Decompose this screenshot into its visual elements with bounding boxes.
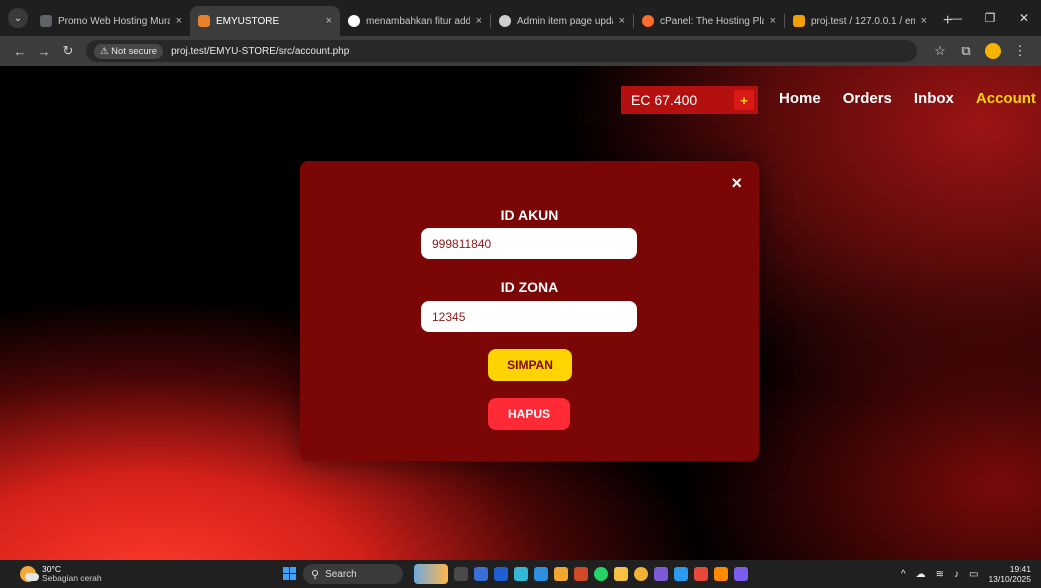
browser-tab-strip: ⌄ Promo Web Hosting Mura × EMYUSTORE × m… [0, 0, 1041, 36]
reload-icon[interactable]: ↻ [56, 43, 80, 59]
tab-title: proj.test / 127.0.0.1 / emyu [811, 15, 915, 27]
edge-icon[interactable] [494, 567, 508, 581]
toolbar-actions: ☆ ⧉ ⋮ [927, 43, 1033, 59]
volume-icon[interactable]: ♪ [954, 569, 959, 580]
xampp-icon[interactable] [694, 567, 708, 581]
chatgpt-icon [499, 15, 511, 27]
page-background: EC 67.400 + Home Orders Inbox Account × … [0, 66, 1041, 560]
app-icon[interactable] [714, 567, 728, 581]
tab-phpmyadmin[interactable]: proj.test / 127.0.0.1 / emyu × [785, 6, 935, 36]
whatsapp-icon[interactable] [594, 567, 608, 581]
windows-start-icon[interactable] [283, 567, 297, 581]
maximize-icon[interactable]: ❐ [973, 0, 1007, 36]
nav-orders[interactable]: Orders [843, 90, 892, 107]
tab-title: Admin item page update [517, 15, 613, 27]
search-label: Search [325, 568, 357, 580]
close-tab-icon[interactable]: × [176, 15, 182, 27]
wifi-icon[interactable]: ≋ [936, 569, 944, 580]
close-tab-icon[interactable]: × [921, 15, 927, 27]
id-zona-label: ID ZONA [500, 279, 559, 295]
chevron-up-icon[interactable]: ^ [901, 569, 906, 580]
close-tab-icon[interactable]: × [770, 15, 776, 27]
close-window-icon[interactable]: ✕ [1007, 0, 1041, 36]
chrome-icon[interactable] [634, 567, 648, 581]
close-tab-icon[interactable]: × [476, 15, 482, 27]
file-explorer-icon[interactable] [614, 567, 628, 581]
id-akun-label: ID AKUN [500, 207, 559, 223]
office-icon[interactable] [574, 567, 588, 581]
window-controls: — ❐ ✕ [939, 0, 1041, 36]
tab-search-icon[interactable]: ⌄ [8, 8, 28, 28]
word-icon[interactable] [474, 567, 488, 581]
system-tray: ^ ☁ ≋ ♪ ▭ 19:41 13/10/2025 [891, 560, 1031, 588]
game-id-modal: × ID AKUN ID ZONA SIMPAN HAPUS [300, 161, 759, 461]
extensions-icon[interactable]: ⧉ [953, 43, 979, 59]
cloud-icon[interactable]: ☁ [916, 569, 926, 580]
photos-icon[interactable] [534, 567, 548, 581]
close-tab-icon[interactable]: × [326, 15, 332, 27]
tab-title: Promo Web Hosting Mura [58, 15, 170, 27]
vscode-icon[interactable] [674, 567, 688, 581]
weather-widget[interactable]: 30°C Sebagian cerah [20, 565, 102, 583]
globe-icon [40, 15, 52, 27]
delete-button[interactable]: HAPUS [488, 398, 570, 430]
taskbar-search[interactable]: ⚲ Search [303, 564, 403, 584]
tab-title: menambahkan fitur add in [366, 15, 470, 27]
battery-icon[interactable]: ▭ [969, 569, 978, 580]
balance-pill: EC 67.400 + [621, 86, 758, 114]
minimize-icon[interactable]: — [939, 0, 973, 36]
app-icon[interactable] [734, 567, 748, 581]
balance-value: EC 67.400 [631, 92, 698, 108]
more-menu-icon[interactable]: ⋮ [1007, 43, 1033, 59]
back-arrow-icon[interactable]: ← [8, 44, 32, 59]
partly-cloudy-icon [20, 566, 39, 582]
tab-github[interactable]: menambahkan fitur add in × [340, 6, 490, 36]
bookmark-star-icon[interactable]: ☆ [927, 43, 953, 59]
tab-admin-item[interactable]: Admin item page update × [491, 6, 633, 36]
cpanel-icon [642, 15, 654, 27]
profile-avatar[interactable] [985, 43, 1001, 59]
topup-button[interactable]: + [734, 90, 754, 110]
main-nav: Home Orders Inbox Account [779, 90, 1036, 107]
emyustore-favicon-icon [198, 15, 210, 27]
close-tab-icon[interactable]: × [619, 15, 625, 27]
tab-cpanel[interactable]: cPanel: The Hosting Platfo × [634, 6, 784, 36]
widget-app-icon[interactable] [414, 564, 448, 584]
url-field[interactable]: ⚠ Not secure proj.test/EMYU-STORE/src/ac… [86, 40, 917, 62]
files-icon[interactable] [554, 567, 568, 581]
url-text: proj.test/EMYU-STORE/src/account.php [171, 45, 350, 57]
task-view-icon[interactable] [454, 567, 468, 581]
address-bar: ← → ↻ ⚠ Not secure proj.test/EMYU-STORE/… [0, 36, 1041, 66]
tab-title: EMYUSTORE [216, 15, 280, 27]
nav-inbox[interactable]: Inbox [914, 90, 954, 107]
windows-taskbar: 30°C Sebagian cerah ⚲ Search ^ ☁ ≋ ♪ ▭ 1… [0, 560, 1041, 588]
weather-desc: Sebagian cerah [42, 573, 102, 583]
forward-arrow-icon[interactable]: → [32, 44, 56, 59]
github-icon [348, 15, 360, 27]
save-button[interactable]: SIMPAN [488, 349, 572, 381]
phpmyadmin-icon [793, 15, 805, 27]
search-icon: ⚲ [311, 568, 320, 581]
id-zona-input[interactable] [421, 301, 637, 332]
nav-account[interactable]: Account [976, 90, 1036, 107]
close-icon[interactable]: × [731, 173, 742, 194]
id-akun-input[interactable] [421, 228, 637, 259]
not-secure-label: Not secure [111, 45, 158, 57]
clock[interactable]: 19:41 13/10/2025 [988, 564, 1031, 584]
app-icon[interactable] [654, 567, 668, 581]
nav-home[interactable]: Home [779, 90, 821, 107]
clock-date: 13/10/2025 [988, 574, 1031, 584]
pinned-apps [414, 564, 748, 584]
tab-promo-hosting[interactable]: Promo Web Hosting Mura × [32, 6, 190, 36]
tab-title: cPanel: The Hosting Platfo [660, 15, 764, 27]
clock-time: 19:41 [1009, 564, 1031, 574]
store-icon[interactable] [514, 567, 528, 581]
tab-emyustore[interactable]: EMYUSTORE × [190, 6, 340, 36]
not-secure-badge[interactable]: ⚠ Not secure [94, 43, 164, 59]
